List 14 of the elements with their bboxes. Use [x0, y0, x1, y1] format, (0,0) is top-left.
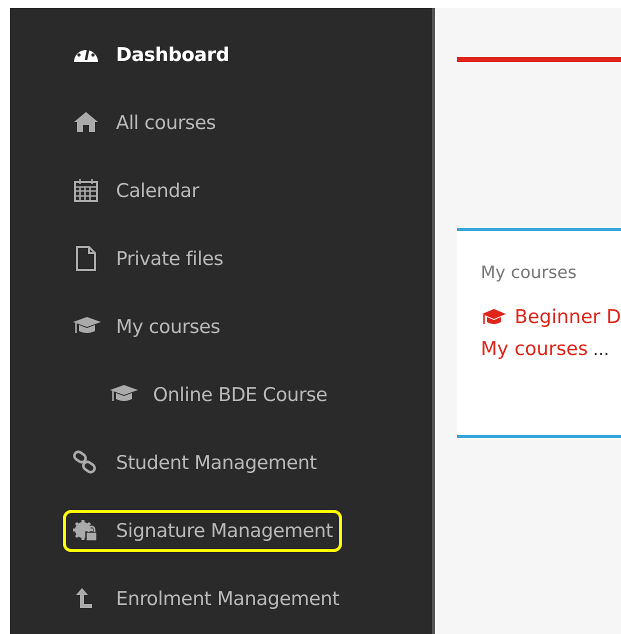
sidebar-item[interactable]: My courses: [63, 306, 230, 348]
sidebar-item[interactable]: Online BDE Course: [100, 374, 336, 416]
sidebar-item[interactable]: All courses: [63, 102, 225, 144]
graduation-cap-icon: [480, 306, 507, 327]
sidebar-item[interactable]: Signature Management: [63, 510, 342, 552]
sidebar-item[interactable]: Enrolment Management: [63, 578, 348, 620]
ellipsis-text: ...: [592, 340, 610, 360]
sidebar-item[interactable]: Private files: [63, 238, 232, 280]
sidebar-item[interactable]: Dashboard: [63, 34, 238, 76]
card-title: My courses: [480, 262, 578, 285]
my-courses-link[interactable]: My courses: [480, 338, 588, 360]
course-link[interactable]: Beginner D: [514, 302, 621, 331]
sidebar-item[interactable]: Student Management: [63, 442, 326, 484]
sidebar-item[interactable]: Calendar: [63, 170, 208, 212]
